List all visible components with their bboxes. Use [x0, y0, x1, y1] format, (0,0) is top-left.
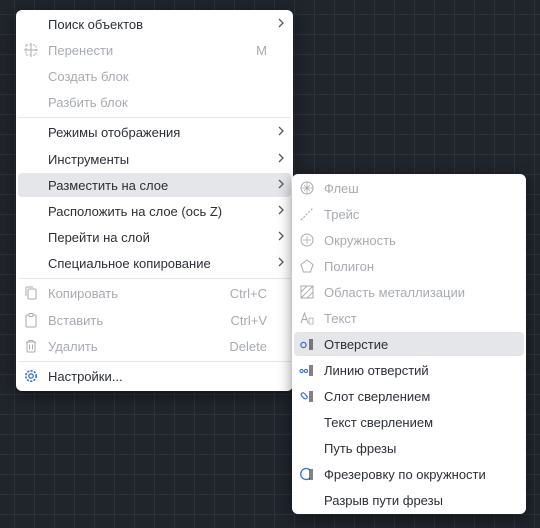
menu-item-label: Режимы отображения: [48, 125, 181, 140]
menu-item-label: Настройки...: [48, 369, 123, 384]
chevron-right-icon: [278, 179, 284, 189]
submenu-item-mill-path-break[interactable]: Разрыв пути фрезы: [294, 488, 524, 512]
circular-milling-icon: [300, 467, 313, 481]
shortcut-label: Ctrl+C: [229, 286, 267, 301]
flash-icon: [300, 181, 314, 195]
chevron-right-icon: [278, 205, 284, 215]
menu-item-move[interactable]: Перенести M: [18, 38, 291, 62]
hatch-area-icon: [300, 285, 314, 299]
menu-item-paste[interactable]: Вставить Ctrl+V: [18, 308, 291, 332]
menu-item-label: Линию отверстий: [324, 363, 429, 378]
submenu-item-mill-path[interactable]: Путь фрезы: [294, 436, 524, 460]
submenu-item-trace[interactable]: Трейс: [294, 202, 524, 226]
menu-item-label: Копировать: [48, 286, 118, 301]
context-menu: Поиск объектов Перенести M Создать блок …: [16, 10, 293, 391]
menu-item-label: Создать блок: [48, 69, 129, 84]
submenu-item-metal-area[interactable]: Область металлизации: [294, 280, 524, 304]
menu-item-place-on-layer[interactable]: Разместить на слое: [18, 173, 291, 197]
chevron-right-icon: [278, 231, 284, 241]
menu-item-label: Удалить: [48, 339, 98, 354]
submenu-item-drill-text[interactable]: Текст сверлением: [294, 410, 524, 434]
chevron-right-icon: [278, 18, 284, 28]
menu-item-label: Поиск объектов: [48, 17, 144, 32]
shortcut-label: Delete: [229, 339, 267, 354]
menu-item-label: Фрезеровку по окружности: [324, 467, 486, 482]
gear-icon: [25, 370, 37, 382]
hole-icon: [300, 339, 313, 350]
menu-item-label: Перенести: [48, 43, 114, 58]
move-icon: [24, 43, 38, 57]
submenu-item-drill-slot[interactable]: Слот сверлением: [294, 384, 524, 408]
menu-item-label: Разместить на слое: [48, 178, 169, 193]
menu-item-copy[interactable]: Копировать Ctrl+C: [18, 281, 291, 305]
polygon-icon: [300, 259, 314, 273]
menu-item-go-to-layer[interactable]: Перейти на слой: [18, 225, 291, 249]
text-icon: [300, 311, 314, 325]
menu-item-label: Слот сверлением: [324, 389, 431, 404]
submenu-item-circle[interactable]: Окружность: [294, 228, 524, 252]
menu-item-label: Текст: [324, 311, 357, 326]
menu-item-display-modes[interactable]: Режимы отображения: [18, 120, 291, 144]
menu-item-label: Разрыв пути фрезы: [324, 493, 443, 508]
place-on-layer-submenu: Флеш Трейс Окружность Полигон Область ме…: [292, 174, 526, 514]
trace-icon: [300, 207, 314, 221]
chevron-right-icon: [278, 153, 284, 163]
menu-item-label: Флеш: [324, 181, 359, 196]
menu-item-label: Отверстие: [324, 337, 389, 352]
chevron-right-icon: [278, 257, 284, 267]
drill-slot-icon: [300, 391, 313, 402]
submenu-item-polygon[interactable]: Полигон: [294, 254, 524, 278]
paste-icon: [25, 313, 37, 328]
menu-item-label: Специальное копирование: [48, 256, 211, 271]
menu-item-special-copy[interactable]: Специальное копирование: [18, 251, 291, 275]
menu-item-create-block[interactable]: Создать блок: [18, 64, 291, 88]
menu-item-label: Расположить на слое (ось Z): [48, 204, 223, 219]
menu-item-explode-block[interactable]: Разбить блок: [18, 90, 291, 114]
circle-icon: [300, 233, 314, 247]
menu-item-delete[interactable]: Удалить Delete: [18, 334, 291, 358]
menu-item-label: Трейс: [324, 207, 360, 222]
submenu-item-circular-milling[interactable]: Фрезеровку по окружности: [294, 462, 524, 486]
menu-divider: [18, 278, 291, 279]
chevron-right-icon: [278, 126, 284, 136]
menu-item-label: Разбить блок: [48, 95, 128, 110]
menu-item-settings[interactable]: Настройки...: [18, 364, 291, 388]
menu-divider: [18, 117, 291, 118]
menu-item-search-objects[interactable]: Поиск объектов: [18, 12, 291, 36]
menu-item-label: Инструменты: [48, 152, 130, 167]
menu-item-tools[interactable]: Инструменты: [18, 147, 291, 171]
menu-item-label: Текст сверлением: [324, 415, 434, 430]
menu-item-label: Путь фрезы: [324, 441, 397, 456]
menu-item-arrange-z[interactable]: Расположить на слое (ось Z): [18, 199, 291, 223]
menu-divider: [18, 361, 291, 362]
menu-item-label: Перейти на слой: [48, 230, 150, 245]
submenu-item-hole-line[interactable]: Линию отверстий: [294, 358, 524, 382]
menu-item-label: Полигон: [324, 259, 375, 274]
submenu-item-flash[interactable]: Флеш: [294, 176, 524, 200]
hole-line-icon: [299, 365, 313, 376]
menu-item-label: Вставить: [48, 313, 104, 328]
shortcut-label: Ctrl+V: [230, 313, 267, 328]
menu-item-label: Окружность: [324, 233, 396, 248]
submenu-item-hole[interactable]: Отверстие: [294, 332, 524, 356]
trash-icon: [26, 340, 36, 353]
submenu-item-text[interactable]: Текст: [294, 306, 524, 330]
copy-icon: [25, 286, 37, 300]
menu-item-label: Область металлизации: [324, 285, 465, 300]
shortcut-label: M: [256, 43, 267, 58]
